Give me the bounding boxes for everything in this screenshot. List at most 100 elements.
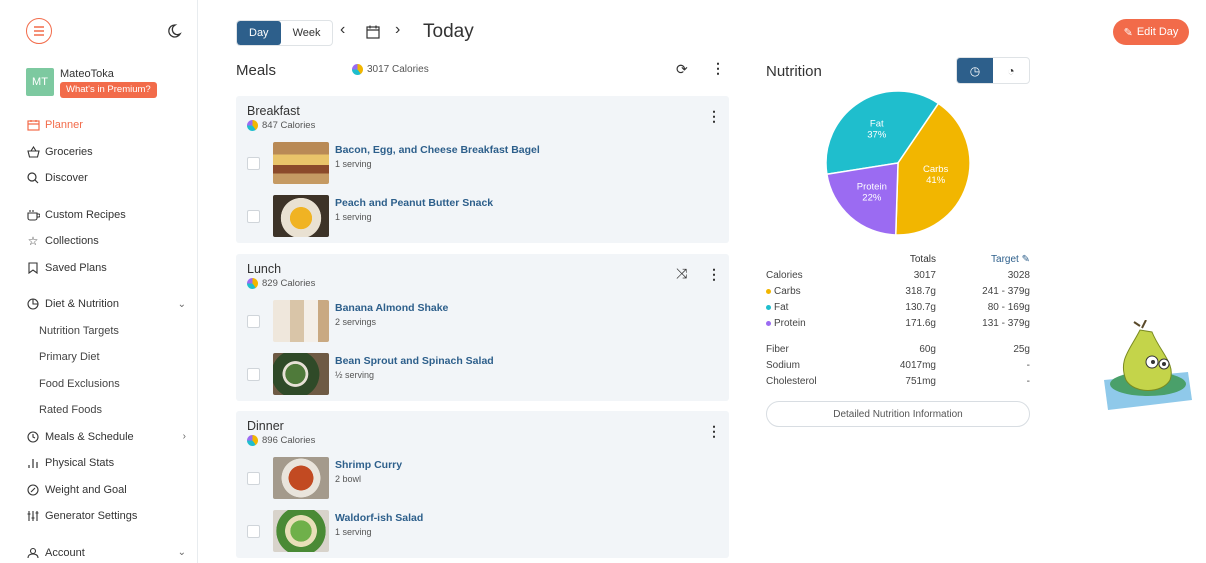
food-item[interactable]: Banana Almond Shake 2 servings bbox=[247, 300, 448, 342]
food-name[interactable]: Peach and Peanut Butter Snack bbox=[335, 197, 493, 209]
user-profile[interactable]: MT MateoToka What's in Premium? bbox=[26, 68, 157, 98]
nutrient-total: 751mg bbox=[905, 376, 936, 387]
food-image[interactable] bbox=[273, 510, 329, 552]
edit-day-button[interactable]: ✎ Edit Day bbox=[1113, 19, 1189, 45]
sidebar-item-weight-goal[interactable]: Weight and Goal bbox=[26, 477, 186, 504]
nutrient-total: 4017mg bbox=[899, 360, 936, 371]
sidebar-item-meals-schedule[interactable]: Meals & Schedule › bbox=[26, 424, 186, 451]
target-header[interactable]: Target ✎ bbox=[991, 254, 1030, 265]
sidebar-item-rated-foods[interactable]: Rated Foods bbox=[26, 397, 186, 424]
nutrient-target: 3028 bbox=[1007, 270, 1030, 281]
nutrition-row-sodium: Sodium 4017mg - bbox=[766, 360, 1030, 376]
meal-menu-icon[interactable]: ⋮ bbox=[707, 423, 721, 440]
food-checkbox[interactable] bbox=[247, 209, 260, 223]
sidebar-item-account[interactable]: Account ⌄ bbox=[26, 540, 186, 563]
meal-menu-icon[interactable]: ⋮ bbox=[707, 266, 721, 283]
macro-dot-icon bbox=[247, 278, 258, 289]
shuffle-icon[interactable]: ⤨ bbox=[676, 265, 687, 282]
week-button[interactable]: Week bbox=[281, 21, 333, 45]
sidebar-item-diet-nutrition[interactable]: Diet & Nutrition ⌄ bbox=[26, 291, 186, 318]
meals-menu-icon[interactable]: ⋮ bbox=[711, 60, 725, 77]
menu-icon[interactable] bbox=[26, 18, 52, 44]
sidebar-item-label: Food Exclusions bbox=[39, 377, 120, 390]
sidebar-item-label: Custom Recipes bbox=[45, 208, 126, 221]
nutrient-target: - bbox=[1026, 376, 1030, 387]
sidebar-item-label: Planner bbox=[45, 119, 83, 132]
pear-mascot-icon bbox=[1104, 320, 1192, 410]
pie-label-protein: 22% bbox=[862, 193, 882, 204]
premium-link[interactable]: What's in Premium? bbox=[60, 82, 157, 98]
food-checkbox[interactable] bbox=[247, 367, 260, 381]
detailed-nutrition-button[interactable]: Detailed Nutrition Information bbox=[766, 401, 1030, 427]
food-item[interactable]: Bean Sprout and Spinach Salad ½ serving bbox=[247, 353, 494, 395]
nutrient-label: Fiber bbox=[766, 344, 789, 355]
sidebar-item-discover[interactable]: Discover bbox=[26, 165, 186, 192]
macro-pie-chart: Fat37% Carbs41% Protein22% bbox=[826, 91, 970, 235]
chevron-down-icon: ⌄ bbox=[177, 547, 186, 559]
nutrition-row-fat: Fat 130.7g 80 - 169g bbox=[766, 302, 1030, 318]
food-name[interactable]: Banana Almond Shake bbox=[335, 302, 448, 314]
meal-card-breakfast: Breakfast 847 Calories ⋮ Bacon, Egg, and… bbox=[236, 96, 729, 243]
food-name[interactable]: Bacon, Egg, and Cheese Breakfast Bagel bbox=[335, 144, 540, 156]
sidebar-item-primary-diet[interactable]: Primary Diet bbox=[26, 344, 186, 371]
food-name[interactable]: Waldorf-ish Salad bbox=[335, 512, 423, 524]
food-item[interactable]: Shrimp Curry 2 bowl bbox=[247, 457, 402, 499]
sidebar-item-groceries[interactable]: Groceries bbox=[26, 139, 186, 166]
food-checkbox[interactable] bbox=[247, 314, 260, 328]
nutrient-label-text: Carbs bbox=[774, 286, 801, 297]
moon-icon[interactable] bbox=[164, 22, 182, 40]
edit-icon[interactable]: ✎ bbox=[1022, 254, 1030, 265]
nutrition-table: Totals Target ✎ Calories 3017 3028 Carbs… bbox=[766, 254, 1030, 392]
sidebar-item-collections[interactable]: ☆ Collections bbox=[26, 228, 186, 255]
food-image[interactable] bbox=[273, 300, 329, 342]
food-item[interactable]: Waldorf-ish Salad 1 serving bbox=[247, 510, 423, 552]
food-name[interactable]: Shrimp Curry bbox=[335, 459, 402, 471]
macro-dot-icon bbox=[247, 435, 258, 446]
meal-title: Lunch bbox=[247, 262, 282, 276]
user-icon bbox=[26, 546, 40, 560]
nutrition-header-row: Totals Target ✎ bbox=[766, 254, 1030, 270]
sidebar-item-label: Account bbox=[45, 546, 85, 559]
sidebar-item-label: Weight and Goal bbox=[45, 483, 127, 496]
donut-chart-icon[interactable]: ◔ bbox=[993, 58, 1029, 83]
sidebar-item-custom-recipes[interactable]: Custom Recipes bbox=[26, 202, 186, 229]
pie-label-carbs: 41% bbox=[926, 175, 946, 186]
username: MateoToka bbox=[60, 68, 114, 80]
target-icon bbox=[26, 483, 40, 497]
food-item[interactable]: Bacon, Egg, and Cheese Breakfast Bagel 1 … bbox=[247, 142, 540, 184]
food-name[interactable]: Bean Sprout and Spinach Salad bbox=[335, 355, 494, 367]
nutrient-total: 171.6g bbox=[905, 318, 936, 329]
refresh-icon[interactable]: ⟳ bbox=[676, 61, 688, 78]
nutrient-target: 131 - 379g bbox=[982, 318, 1030, 329]
chevron-right-icon[interactable]: › bbox=[395, 21, 400, 39]
food-image[interactable] bbox=[273, 195, 329, 237]
food-serving: 1 serving bbox=[335, 158, 372, 169]
food-item[interactable]: Peach and Peanut Butter Snack 1 serving bbox=[247, 195, 493, 237]
sidebar-item-food-exclusions[interactable]: Food Exclusions bbox=[26, 371, 186, 398]
calories-text: 896 Calories bbox=[262, 435, 316, 446]
nutrition-row-cholesterol: Cholesterol 751mg - bbox=[766, 376, 1030, 392]
fat-bullet-icon bbox=[766, 304, 771, 310]
nutrient-total: 318.7g bbox=[905, 286, 936, 297]
pie-chart-icon[interactable]: ◷ bbox=[957, 58, 993, 83]
day-button[interactable]: Day bbox=[237, 21, 281, 45]
nutrient-target: 80 - 169g bbox=[987, 302, 1030, 313]
nutrient-target: - bbox=[1026, 360, 1030, 371]
food-checkbox[interactable] bbox=[247, 156, 260, 170]
calendar-icon[interactable] bbox=[366, 25, 380, 39]
food-checkbox[interactable] bbox=[247, 471, 260, 485]
sidebar-item-saved-plans[interactable]: Saved Plans bbox=[26, 255, 186, 282]
sidebar-item-nutrition-targets[interactable]: Nutrition Targets bbox=[26, 318, 186, 345]
food-image[interactable] bbox=[273, 353, 329, 395]
food-image[interactable] bbox=[273, 142, 329, 184]
sidebar-item-planner[interactable]: Planner bbox=[26, 112, 186, 139]
nutrient-label: Carbs bbox=[766, 286, 801, 297]
sidebar-item-physical-stats[interactable]: Physical Stats bbox=[26, 450, 186, 477]
meal-title: Breakfast bbox=[247, 104, 300, 118]
meal-menu-icon[interactable]: ⋮ bbox=[707, 108, 721, 125]
chevron-left-icon[interactable]: ‹ bbox=[340, 21, 345, 39]
food-checkbox[interactable] bbox=[247, 524, 260, 538]
sidebar-item-generator-settings[interactable]: Generator Settings bbox=[26, 503, 186, 530]
pencil-icon: ✎ bbox=[1123, 26, 1133, 39]
food-image[interactable] bbox=[273, 457, 329, 499]
